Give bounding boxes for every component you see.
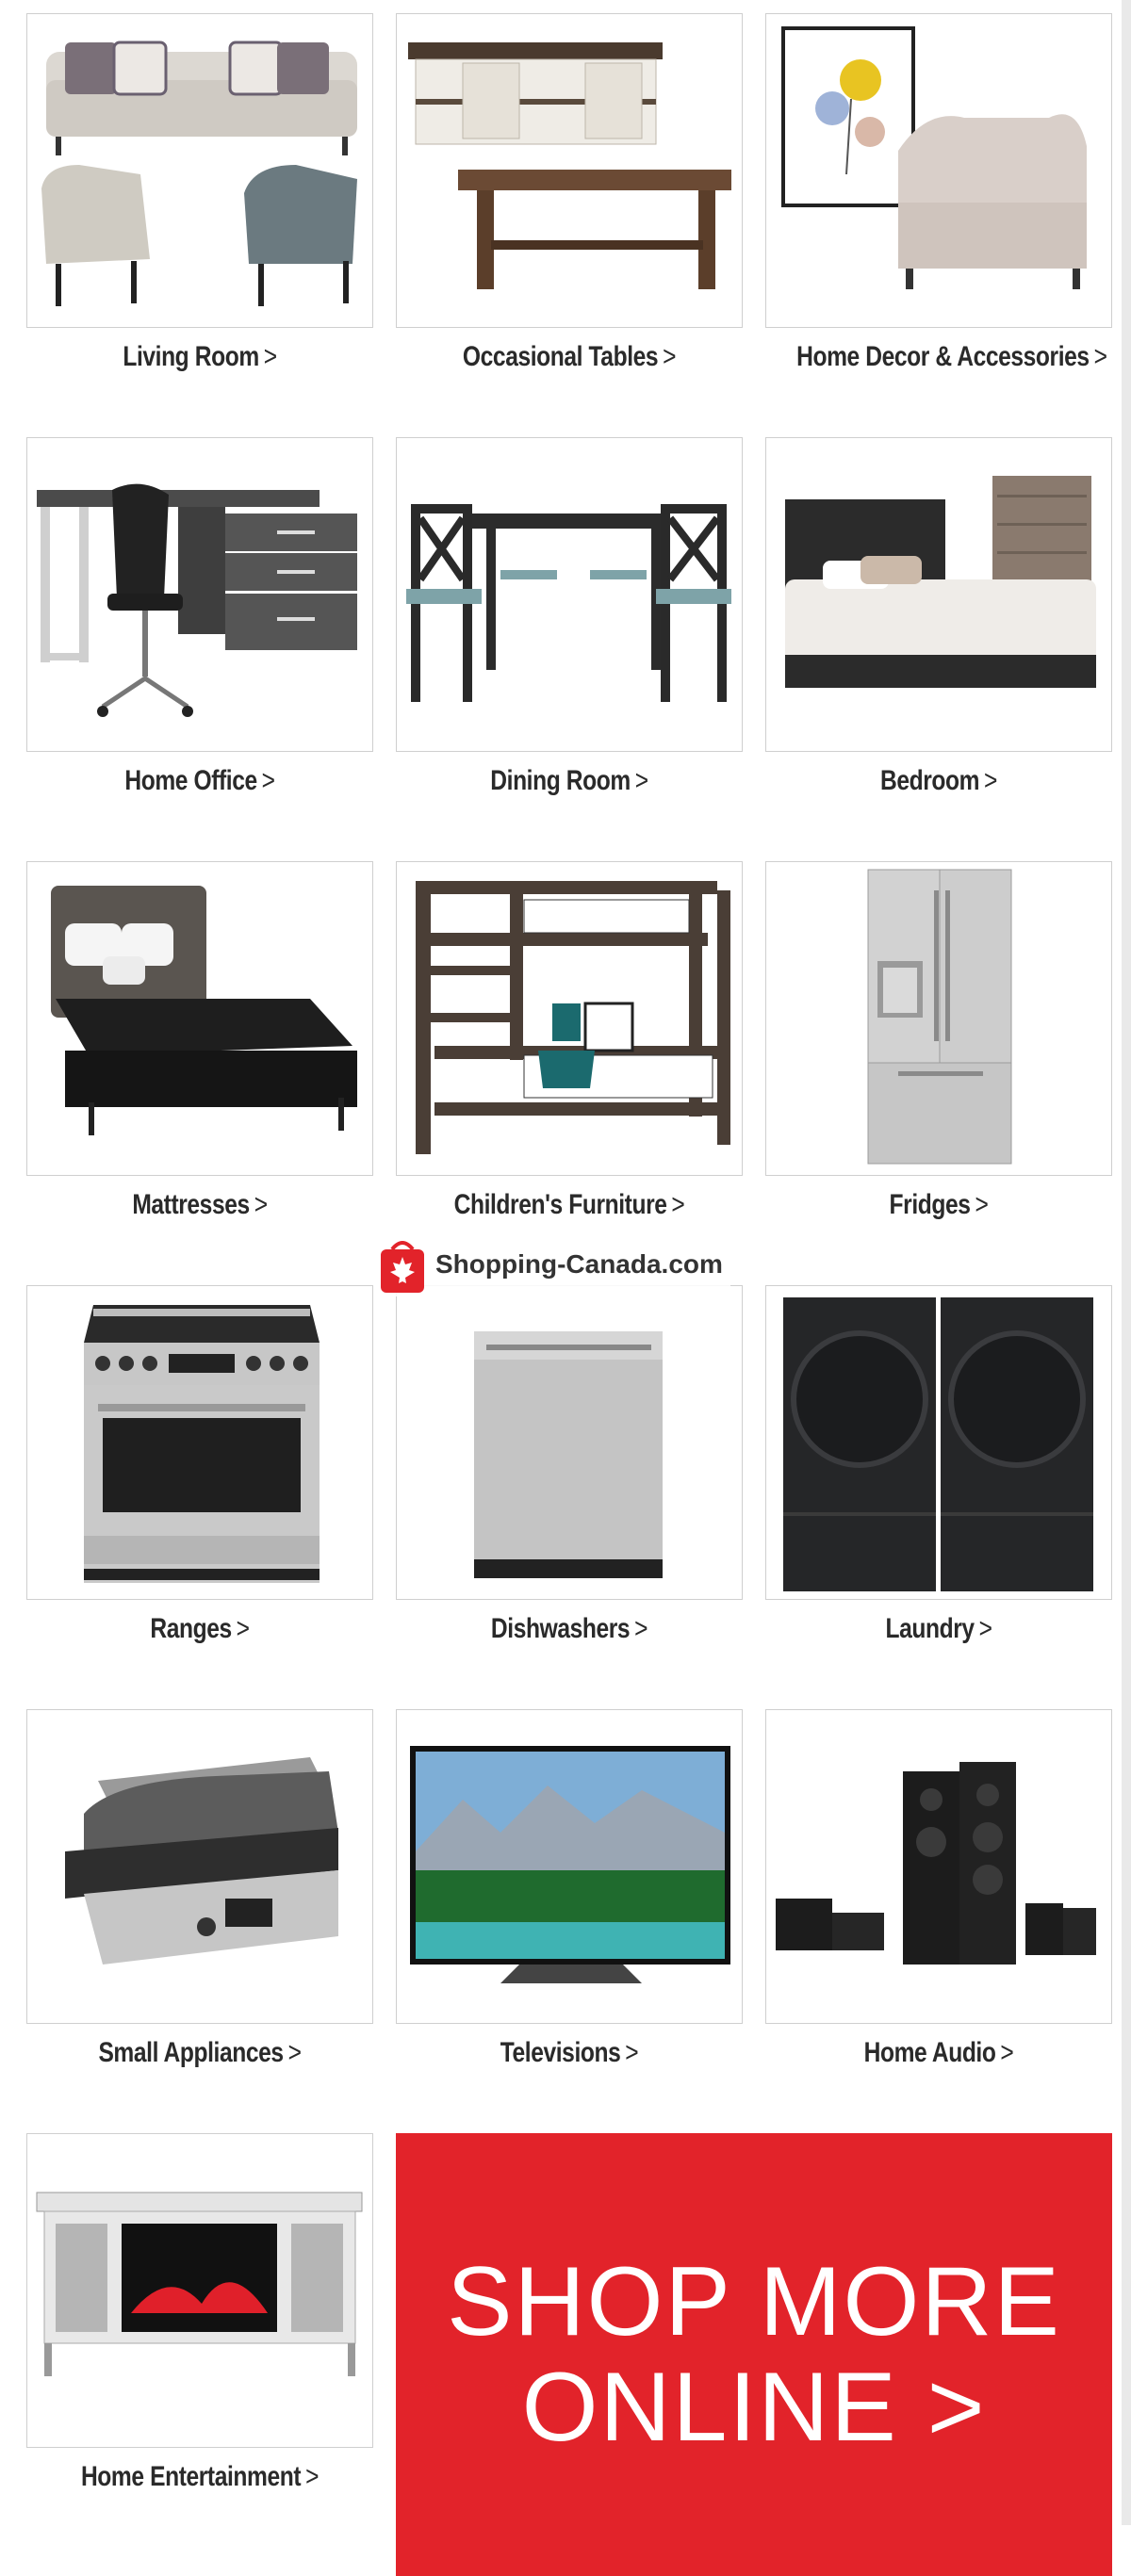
bedroom-image <box>765 437 1112 752</box>
shop-more-line-2: ONLINE > <box>521 2353 987 2462</box>
category-tile-occasional-tables[interactable]: Occasional Tables > <box>396 13 743 437</box>
category-tile-small-appliances[interactable]: Small Appliances > <box>26 1709 373 2133</box>
mattresses-image <box>26 861 373 1176</box>
category-label: Living Room > <box>123 341 277 372</box>
chevron-right-icon: > <box>978 1613 992 1644</box>
chevron-right-icon: > <box>926 2353 987 2462</box>
televisions-image <box>396 1709 743 2024</box>
chevron-right-icon: > <box>671 1189 685 1220</box>
laundry-image <box>765 1285 1112 1600</box>
watermark: Shopping-Canada.com <box>375 1232 730 1296</box>
chevron-right-icon: > <box>984 765 997 796</box>
category-tile-home-decor[interactable]: Home Decor & Accessories > <box>765 13 1112 437</box>
category-label: Occasional Tables > <box>462 341 677 372</box>
category-label: Laundry > <box>885 1613 992 1644</box>
category-tile-living-room[interactable]: Living Room > <box>26 13 373 437</box>
chevron-right-icon: > <box>287 2037 302 2068</box>
chevron-right-icon: > <box>975 1189 989 1220</box>
category-label: Dining Room > <box>490 765 648 796</box>
category-label: Televisions > <box>500 2037 639 2068</box>
chevron-right-icon: > <box>305 2461 320 2492</box>
home-decor-image <box>765 13 1112 328</box>
chevron-right-icon: > <box>1000 2037 1014 2068</box>
watermark-text: Shopping-Canada.com <box>435 1249 723 1279</box>
category-label: Dishwashers > <box>490 1613 648 1644</box>
category-tile-bedroom[interactable]: Bedroom > <box>765 437 1112 861</box>
category-label: Home Entertainment > <box>80 2461 320 2492</box>
chevron-right-icon: > <box>663 341 677 372</box>
page-edge <box>1122 0 1131 2525</box>
category-label: Home Decor & Accessories > <box>796 341 1107 372</box>
home-entertainment-image <box>26 2133 373 2448</box>
home-office-image <box>26 437 373 752</box>
category-label: Home Audio > <box>863 2037 1014 2068</box>
ranges-image <box>26 1285 373 1600</box>
shop-more-line-1: SHOP MORE <box>447 2247 1061 2356</box>
dining-room-image <box>396 437 743 752</box>
category-label: Home Office > <box>124 765 275 796</box>
chevron-right-icon: > <box>261 765 275 796</box>
category-label: Mattresses > <box>132 1189 268 1220</box>
childrens-furniture-image <box>396 861 743 1176</box>
category-label: Ranges > <box>150 1613 250 1644</box>
category-tile-dining-room[interactable]: Dining Room > <box>396 437 743 861</box>
category-label: Children's Furniture > <box>453 1189 685 1220</box>
living-room-image <box>26 13 373 328</box>
category-tile-home-audio[interactable]: Home Audio > <box>765 1709 1112 2133</box>
category-label: Small Appliances > <box>98 2037 302 2068</box>
category-label: Fridges > <box>889 1189 989 1220</box>
shop-more-online-banner[interactable]: SHOP MORE ONLINE > <box>396 2133 1112 2576</box>
chevron-right-icon: > <box>263 341 277 372</box>
category-tile-fridges[interactable]: Fridges > <box>765 861 1112 1285</box>
category-tile-home-entertainment[interactable]: Home Entertainment > <box>26 2133 373 2557</box>
chevron-right-icon: > <box>625 2037 639 2068</box>
category-tile-childrens-furniture[interactable]: Children's Furniture > <box>396 861 743 1285</box>
fridges-image <box>765 861 1112 1176</box>
dishwashers-image <box>396 1285 743 1600</box>
category-tile-home-office[interactable]: Home Office > <box>26 437 373 861</box>
category-tile-ranges[interactable]: Ranges > <box>26 1285 373 1709</box>
occasional-tables-image <box>396 13 743 328</box>
shopping-bag-maple-leaf-icon <box>377 1234 428 1295</box>
small-appliances-image <box>26 1709 373 2024</box>
category-tile-mattresses[interactable]: Mattresses > <box>26 861 373 1285</box>
chevron-right-icon: > <box>1093 341 1107 372</box>
chevron-right-icon: > <box>254 1189 268 1220</box>
category-label: Bedroom > <box>880 765 997 796</box>
chevron-right-icon: > <box>634 765 648 796</box>
home-audio-image <box>765 1709 1112 2024</box>
category-tile-dishwashers[interactable]: Dishwashers > <box>396 1285 743 1709</box>
chevron-right-icon: > <box>236 1613 250 1644</box>
category-tile-laundry[interactable]: Laundry > <box>765 1285 1112 1709</box>
chevron-right-icon: > <box>634 1613 648 1644</box>
category-tile-televisions[interactable]: Televisions > <box>396 1709 743 2133</box>
